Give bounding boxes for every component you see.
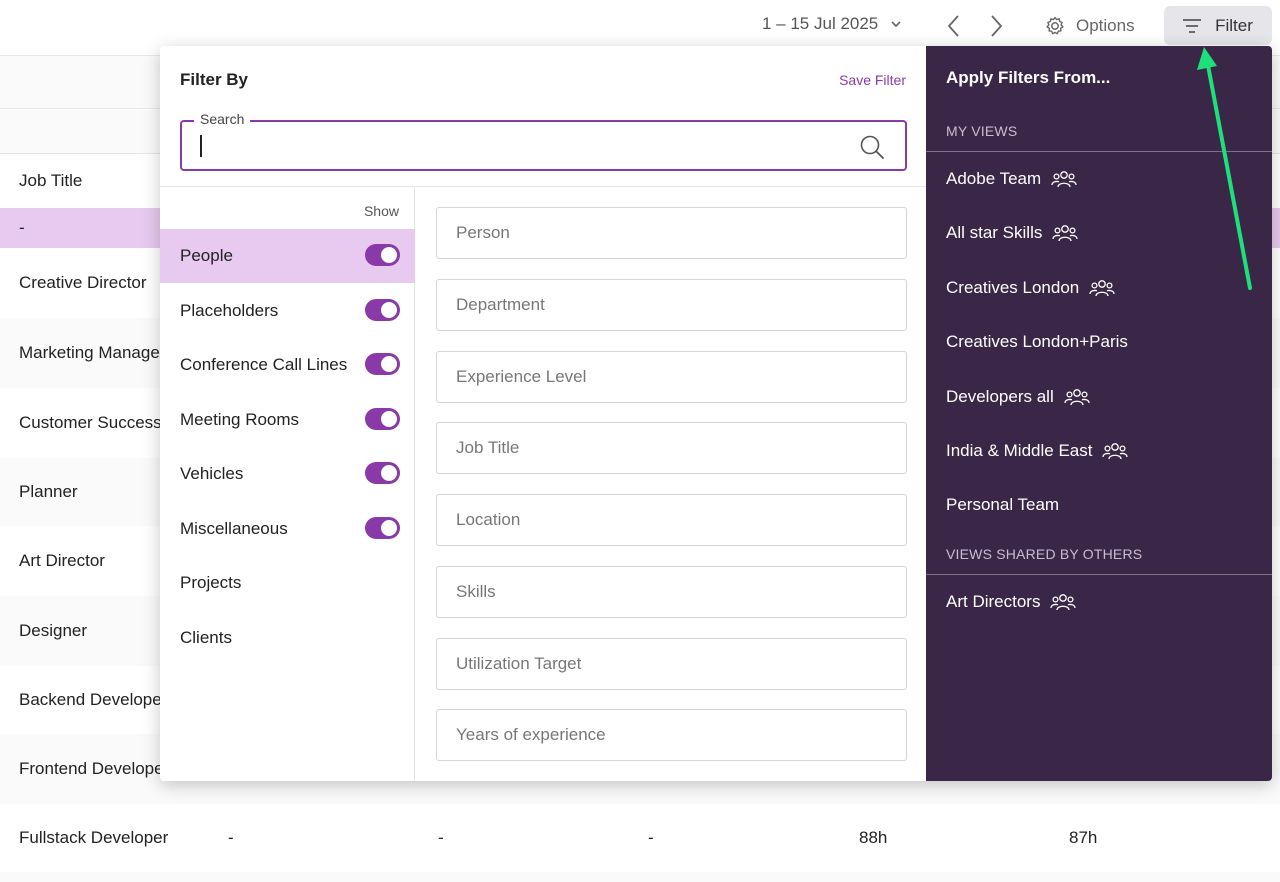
- job-title-field[interactable]: Job Title: [436, 422, 907, 474]
- saved-views-panel: Apply Filters From... MY VIEWS Adobe Tea…: [926, 46, 1272, 781]
- row-label: Planner: [19, 482, 78, 501]
- view-label: India & Middle East: [946, 441, 1093, 460]
- vehicles-toggle[interactable]: [365, 462, 400, 484]
- previous-period-button[interactable]: [940, 12, 966, 40]
- view-label: Personal Team: [946, 495, 1060, 514]
- date-range-label: 1 – 15 Jul 2025: [762, 14, 879, 33]
- type-label: Meeting Rooms: [180, 410, 300, 429]
- row-label: Marketing Manage: [19, 343, 160, 362]
- table-cell: -: [438, 828, 444, 847]
- divider: [926, 151, 1272, 152]
- utilization-target-field[interactable]: Utilization Target: [436, 638, 907, 690]
- team-icon: [1050, 594, 1077, 611]
- experience-level-field[interactable]: Experience Level: [436, 351, 907, 403]
- search-icon[interactable]: [859, 134, 885, 160]
- show-column-label: Show: [363, 203, 399, 219]
- options-label: Options: [1076, 16, 1135, 35]
- saved-views-title: Apply Filters From...: [946, 68, 1111, 87]
- years-of-experience-field[interactable]: Years of experience: [436, 709, 907, 761]
- filter-panel-title: Filter By: [180, 70, 249, 89]
- skills-field[interactable]: Skills: [436, 566, 907, 618]
- my-views-heading: MY VIEWS: [946, 123, 1018, 139]
- filter-button[interactable]: Filter: [1164, 6, 1272, 45]
- chevron-right-icon: [991, 15, 1003, 37]
- filter-fields: Person Department Experience Level Job T…: [416, 187, 926, 781]
- team-icon: [1052, 225, 1079, 242]
- type-label: Clients: [180, 628, 232, 647]
- placeholders-toggle[interactable]: [365, 299, 400, 321]
- resource-types-list: Show People Placeholders Conference Call…: [160, 187, 415, 781]
- type-label: Projects: [180, 573, 242, 592]
- view-label: Developers all: [946, 387, 1054, 406]
- options-button[interactable]: Options: [1044, 12, 1135, 40]
- row-label: -: [19, 218, 25, 237]
- type-item-meeting-rooms[interactable]: Meeting Rooms: [160, 393, 415, 447]
- miscellaneous-toggle[interactable]: [365, 517, 400, 539]
- filter-popover: Filter By Save Filter Search Show People…: [160, 46, 1272, 781]
- type-label: Vehicles: [180, 464, 244, 483]
- filter-panel: Filter By Save Filter Search Show People…: [160, 46, 926, 781]
- search-label: Search: [194, 111, 251, 127]
- divider: [926, 574, 1272, 575]
- row-label: Creative Director: [19, 273, 147, 292]
- team-icon: [1089, 280, 1115, 297]
- type-label: Miscellaneous: [180, 519, 288, 538]
- view-item-creatives-london-paris[interactable]: Creatives London+Paris: [946, 327, 1128, 357]
- row-label: Customer Success: [19, 413, 162, 432]
- person-field[interactable]: Person: [436, 207, 907, 259]
- search-input[interactable]: Search: [180, 111, 907, 171]
- gear-icon: [1046, 16, 1064, 35]
- table-cell: 87h: [1069, 828, 1098, 847]
- text-caret: [200, 135, 202, 157]
- department-field[interactable]: Department: [436, 279, 907, 331]
- type-item-placeholders[interactable]: Placeholders: [160, 284, 415, 338]
- row-label: Art Director: [19, 551, 105, 570]
- view-label: Creatives London: [946, 278, 1080, 297]
- view-label: Creatives London+Paris: [946, 332, 1128, 351]
- filter-label: Filter: [1215, 15, 1253, 35]
- view-item-personal-team[interactable]: Personal Team: [946, 490, 1059, 520]
- table-cell: -: [648, 828, 654, 847]
- team-icon: [1102, 443, 1129, 460]
- table-cell: 88h: [859, 828, 888, 847]
- filter-icon: [1183, 18, 1202, 33]
- type-item-projects[interactable]: Projects: [160, 556, 415, 610]
- row-label: Frontend Develope: [19, 759, 164, 778]
- view-item-adobe-team[interactable]: Adobe Team: [946, 164, 1077, 194]
- row-label: Fullstack Developer: [19, 828, 169, 847]
- table-cell: -: [228, 828, 234, 847]
- type-label: People: [180, 246, 233, 265]
- type-item-clients[interactable]: Clients: [160, 611, 415, 665]
- type-item-vehicles[interactable]: Vehicles: [160, 447, 415, 501]
- row-label: Designer: [19, 621, 88, 640]
- save-filter-link[interactable]: Save Filter: [839, 72, 906, 88]
- chevron-left-icon: [947, 15, 959, 37]
- team-icon: [1051, 171, 1077, 188]
- next-period-button[interactable]: [984, 12, 1010, 40]
- view-label: Art Directors: [946, 592, 1041, 611]
- view-item-developers-all[interactable]: Developers all: [946, 382, 1090, 412]
- type-item-miscellaneous[interactable]: Miscellaneous: [160, 502, 415, 556]
- job-title-column-header[interactable]: Job Title: [19, 171, 82, 191]
- type-item-people[interactable]: People: [160, 229, 415, 283]
- type-item-conference-call-lines[interactable]: Conference Call Lines: [160, 338, 415, 392]
- shared-views-heading: VIEWS SHARED BY OTHERS: [946, 546, 1143, 562]
- type-label: Placeholders: [180, 301, 279, 320]
- view-item-creatives-london[interactable]: Creatives London: [946, 273, 1115, 303]
- meeting-rooms-toggle[interactable]: [365, 408, 400, 430]
- people-toggle[interactable]: [365, 244, 400, 266]
- view-item-india-middle-east[interactable]: India & Middle East: [946, 436, 1129, 466]
- team-icon: [1064, 389, 1090, 406]
- date-range-picker[interactable]: 1 – 15 Jul 2025: [762, 14, 902, 34]
- view-item-all-star-skills[interactable]: All star Skills: [946, 218, 1079, 248]
- chevron-down-icon: [891, 21, 901, 28]
- row-label: Backend Develope: [19, 690, 162, 709]
- conference-call-lines-toggle[interactable]: [365, 353, 400, 375]
- view-label: Adobe Team: [946, 169, 1042, 188]
- view-label: All star Skills: [946, 223, 1043, 242]
- view-item-art-directors[interactable]: Art Directors: [946, 587, 1077, 617]
- type-label: Conference Call Lines: [180, 355, 348, 374]
- table-row-partial: [0, 872, 1280, 882]
- location-field[interactable]: Location: [436, 494, 907, 546]
